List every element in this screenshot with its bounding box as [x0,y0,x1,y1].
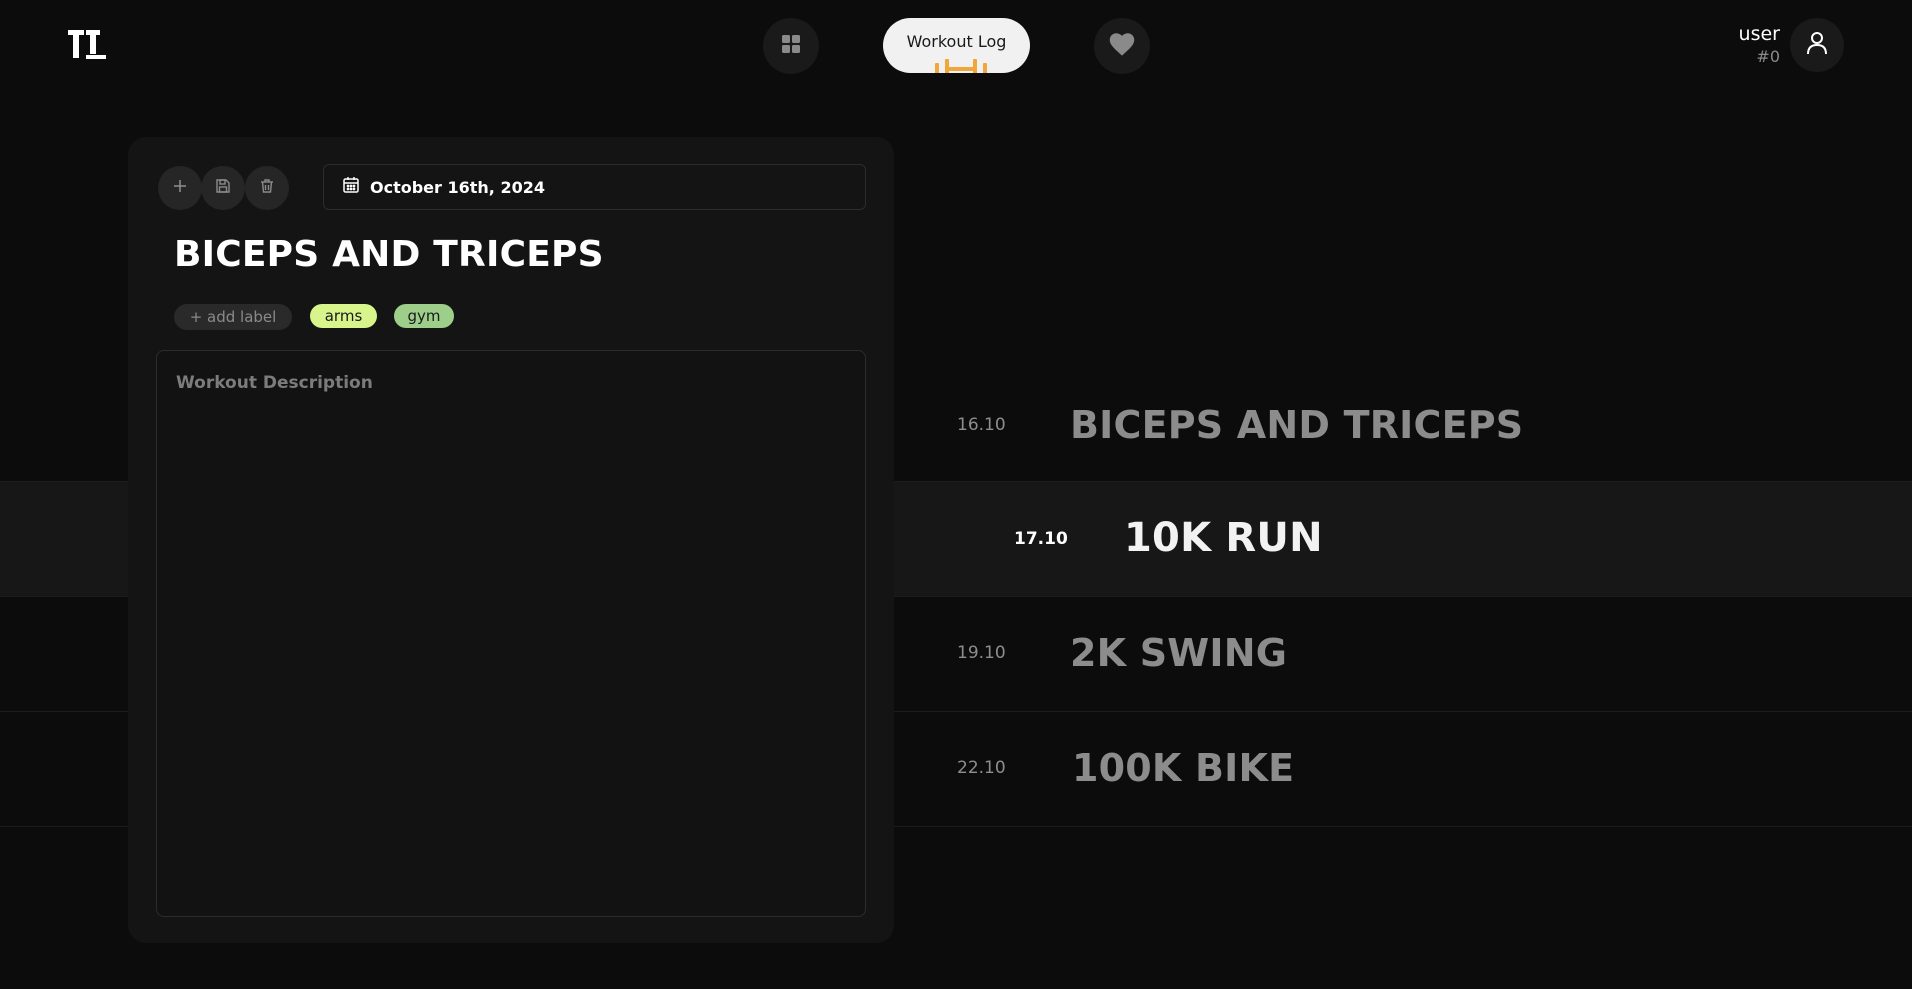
workout-editor-panel: October 16th, 2024 BICEPS AND TRICEPS + … [128,137,894,943]
timeline-title: 2K SWING [1070,631,1288,675]
grid-icon [781,34,801,58]
workout-description-input[interactable]: Workout Description [156,350,866,917]
heart-icon [1108,31,1136,61]
user-info: user #0 [1739,22,1780,68]
user-id: #0 [1756,47,1780,66]
workout-log-nav-button[interactable]: Workout Log [883,18,1030,73]
date-value: October 16th, 2024 [370,177,545,197]
add-workout-button[interactable] [158,166,202,210]
delete-workout-button[interactable] [245,166,289,210]
trash-icon [259,178,275,198]
timeline-date: 16.10 [957,415,1006,435]
dashboard-nav-button[interactable] [763,18,819,74]
plus-icon [172,178,188,198]
label-tag-arms[interactable]: arms [310,304,377,328]
timeline-title: 100K BIKE [1072,746,1295,790]
save-icon [215,178,231,198]
description-placeholder: Workout Description [176,373,373,393]
calendar-icon [342,176,360,198]
save-workout-button[interactable] [201,166,245,210]
dumbbell-icon [931,57,993,73]
timeline-date: 17.10 [1014,529,1068,549]
workout-title[interactable]: BICEPS AND TRICEPS [174,234,604,275]
timeline-date: 19.10 [957,643,1006,663]
user-avatar-button[interactable] [1790,18,1844,72]
app-logo[interactable] [68,30,106,60]
timeline-title: 10K RUN [1124,515,1323,561]
timeline-date: 22.10 [957,758,1006,778]
label-tag-gym[interactable]: gym [394,304,454,328]
add-label-button[interactable]: + add label [174,304,292,330]
user-name: user [1738,23,1780,45]
timeline-title: BICEPS AND TRICEPS [1070,403,1524,447]
date-picker[interactable]: October 16th, 2024 [323,164,866,210]
favorites-nav-button[interactable] [1094,18,1150,74]
user-icon [1806,31,1828,59]
